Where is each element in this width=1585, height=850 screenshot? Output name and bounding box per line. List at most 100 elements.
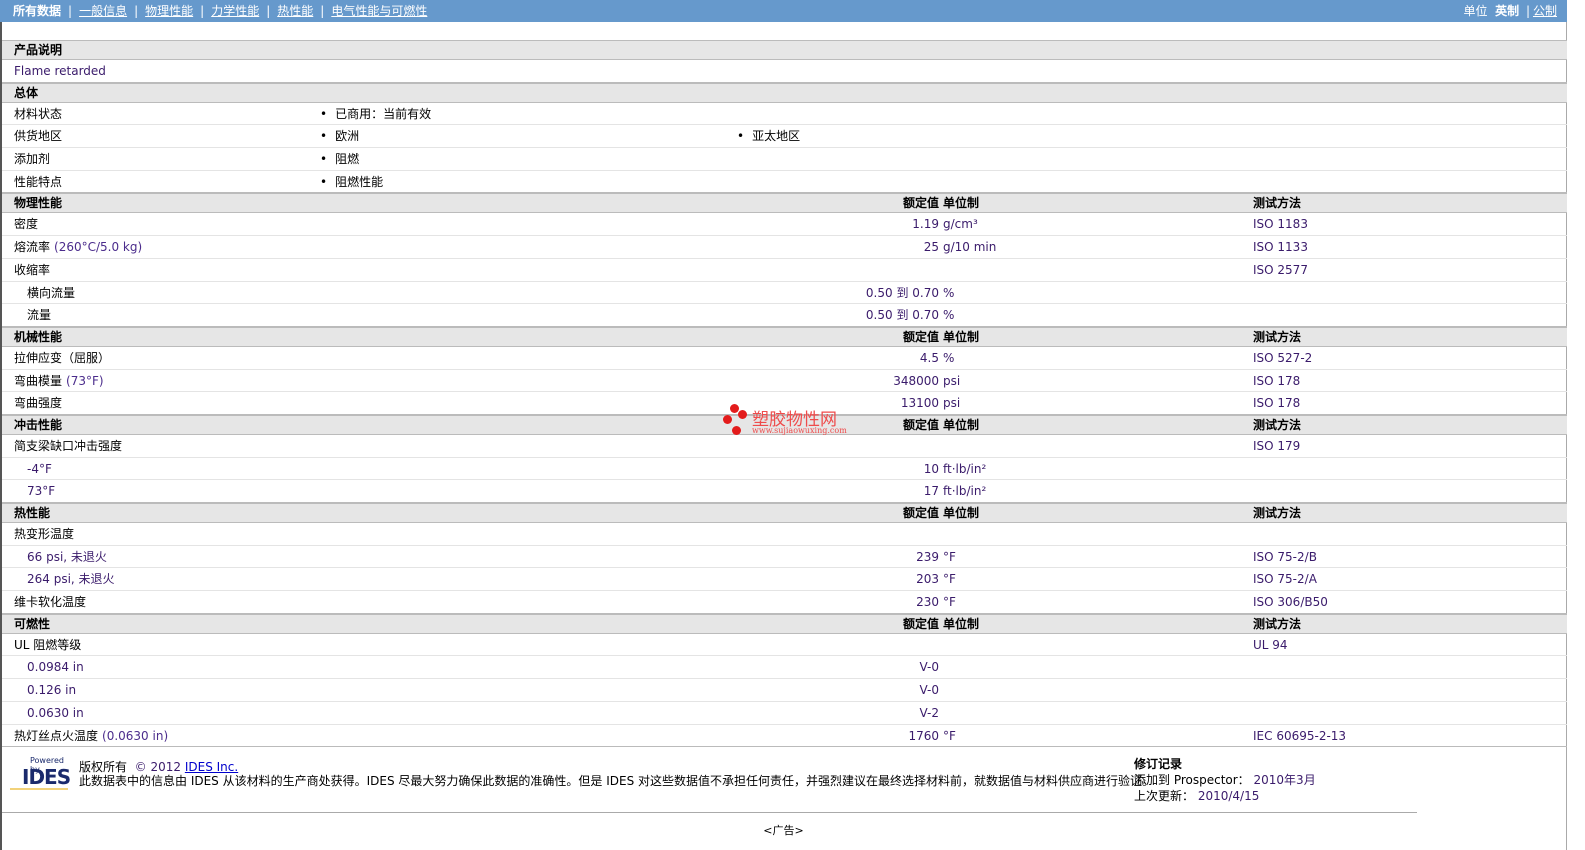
footer: Powered by IDES 版权所有 © 2012 IDES Inc. 此数… <box>2 748 1417 813</box>
top-nav: 所有数据 | 一般信息 | 物理性能 | 力学性能 | 热性能 | 电气性能与可燃性 单位… <box>0 0 1567 22</box>
property-label: 材料状态 <box>14 103 62 125</box>
nav-thermal[interactable]: 热性能 <box>277 0 313 22</box>
section-header: 产品说明 <box>2 40 1567 60</box>
property-unit: °F <box>943 549 956 564</box>
property-name: 0.126 in <box>27 683 77 698</box>
test-method: UL 94 <box>1253 637 1288 652</box>
property-label: 0.126 in <box>27 679 76 701</box>
test-method-header: 测试方法 <box>1253 417 1302 432</box>
value-header: 额定值 <box>902 329 939 344</box>
property-label: 热变形温度 <box>14 523 74 545</box>
property-unit: ft·lb/in² <box>943 461 987 476</box>
table-row: 收缩率 ISO 2577 <box>2 259 1567 282</box>
section-header: 可燃性 额定值 单位制 测试方法 <box>2 613 1567 634</box>
test-method: ISO 179 <box>1253 438 1301 453</box>
property-name: 热变形温度 <box>14 527 75 541</box>
table-row: 维卡软化温度 230 °F ISO 306/B50 <box>2 591 1567 614</box>
property-unit: °F <box>943 572 956 587</box>
property-value: V-2 <box>919 705 939 720</box>
nav-electrical-flammability[interactable]: 电气性能与可燃性 <box>331 0 427 22</box>
test-method-header: 测试方法 <box>1253 196 1302 211</box>
property-name: 熔流率 <box>14 240 51 255</box>
property-name: 添加剂 <box>14 152 51 167</box>
table-row: 性能特点 阻燃性能 <box>2 171 1567 194</box>
unit-metric[interactable]: 公制 <box>1533 4 1557 18</box>
property-value: 13100 <box>900 396 939 411</box>
table-row: 熔流率 (260°C/5.0 kg) 25 g/10 min ISO 1133 <box>2 236 1567 259</box>
property-label: 横向流量 <box>27 282 75 304</box>
property-value: 17 <box>923 484 939 499</box>
property-name: 收缩率 <box>14 262 51 277</box>
property-label: 热灯丝点火温度 (0.0630 in) <box>14 725 168 747</box>
property-item: 亚太地区 <box>737 125 800 147</box>
property-label: 性能特点 <box>14 171 62 193</box>
unit-header: 单位制 <box>943 329 980 344</box>
property-unit: °F <box>943 728 956 743</box>
property-label: 供货地区 <box>14 125 62 147</box>
property-unit: ft·lb/in² <box>943 484 987 499</box>
property-label: 弯曲模量 (73°F) <box>14 370 104 392</box>
section-title: 总体 <box>14 85 39 100</box>
test-method-header: 测试方法 <box>1253 616 1302 631</box>
nav-mechanical[interactable]: 力学性能 <box>211 0 259 22</box>
unit-switch: 单位 英制 | 公制 <box>1463 4 1557 18</box>
property-value: 1760 <box>908 728 939 743</box>
property-value: 239 <box>916 549 939 564</box>
property-label: 简支梁缺口冲击强度 <box>14 435 122 457</box>
property-name: 264 psi, 未退火 <box>27 572 115 587</box>
property-name: 简支梁缺口冲击强度 <box>14 438 123 453</box>
ad-label: <广告> <box>763 824 804 837</box>
property-unit: g/cm³ <box>943 217 978 232</box>
property-value: 230 <box>916 595 939 610</box>
property-name: 材料状态 <box>14 106 63 121</box>
test-method: ISO 1133 <box>1253 240 1308 255</box>
property-label: 0.0630 in <box>27 702 84 724</box>
value-header: 额定值 <box>902 196 939 211</box>
test-method: ISO 527-2 <box>1253 350 1313 365</box>
property-condition: (260°C/5.0 kg) <box>54 240 143 255</box>
table-row: 横向流量 0.50 到 0.70% <box>2 282 1567 305</box>
property-item: 阻燃 <box>320 148 359 170</box>
table-row: 热变形温度 <box>2 523 1567 546</box>
unit-english[interactable]: 英制 <box>1495 4 1519 18</box>
revision-history: 修订记录 添加到 Prospector： 2010年3月 上次更新： 2010/… <box>1134 756 1316 804</box>
test-method: ISO 178 <box>1253 396 1301 411</box>
updated-label: 上次更新： <box>1134 789 1195 803</box>
section-title: 冲击性能 <box>14 417 63 432</box>
property-unit: % <box>943 350 955 365</box>
nav-physical[interactable]: 物理性能 <box>145 0 193 22</box>
property-value: 348000 <box>893 373 939 388</box>
property-name: 73°F <box>27 484 56 499</box>
table-row: 热灯丝点火温度 (0.0630 in) 1760 °F IEC 60695-2-13 <box>2 725 1567 748</box>
unit-header: 单位制 <box>943 506 980 520</box>
nav-all-data[interactable]: 所有数据 <box>13 0 61 22</box>
disclaimer: 此数据表中的信息由 IDES 从该材料的生产商处获得。IDES 尽最大努力确保此… <box>79 774 1155 788</box>
test-method: ISO 75-2/A <box>1253 572 1317 587</box>
property-item: 欧洲 <box>320 125 359 147</box>
property-item: 已商用：当前有效 <box>320 103 431 125</box>
property-name: UL 阻燃等级 <box>14 637 82 652</box>
property-name: 弯曲强度 <box>14 396 63 411</box>
property-value: 203 <box>916 572 939 587</box>
test-method: ISO 178 <box>1253 373 1301 388</box>
property-name: -4°F <box>27 461 52 476</box>
property-label: 66 psi, 未退火 <box>27 546 107 568</box>
property-unit: g/10 min <box>943 240 997 255</box>
property-value: 0.50 到 0.70 <box>865 308 939 323</box>
test-method: ISO 75-2/B <box>1253 549 1317 564</box>
property-value: 1.19 <box>912 217 939 232</box>
property-condition: (73°F) <box>66 373 104 388</box>
value-header: 额定值 <box>902 506 939 520</box>
table-row: 添加剂 阻燃 <box>2 148 1567 171</box>
section-header: 热性能 额定值 单位制 测试方法 <box>2 503 1567 523</box>
test-method: IEC 60695-2-13 <box>1253 728 1347 743</box>
property-name: Flame retarded <box>14 64 106 78</box>
property-value: 10 <box>923 461 939 476</box>
property-label: 添加剂 <box>14 148 50 170</box>
table-row: 弯曲模量 (73°F) 348000 psi ISO 178 <box>2 370 1567 393</box>
value-header: 额定值 <box>902 616 939 631</box>
table-row: -4°F 10 ft·lb/in² <box>2 458 1567 481</box>
property-label: 拉伸应变（屈服） <box>14 347 110 369</box>
table-row: 供货地区 欧洲 亚太地区 <box>2 125 1567 149</box>
nav-general[interactable]: 一般信息 <box>79 0 127 22</box>
